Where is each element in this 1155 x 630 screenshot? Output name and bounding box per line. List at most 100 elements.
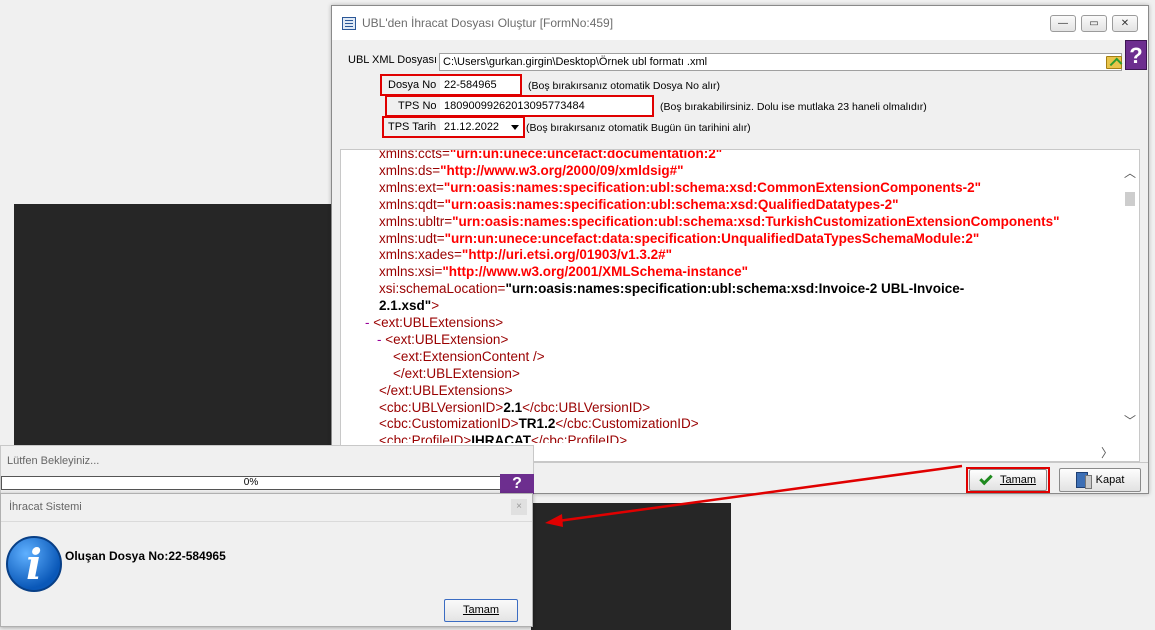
- xml-file-label: UBL XML Dosyası: [348, 54, 438, 66]
- xml-value: "http://www.w3.org/2000/09/xmldsig#": [440, 162, 684, 178]
- tamam-label: Tamam: [999, 474, 1037, 486]
- xml-line: xmlns:ccts="urn:un:unece:uncefact:docume…: [379, 149, 723, 162]
- info-close-button[interactable]: ×: [511, 499, 527, 515]
- info-ok-label: Tamam: [462, 604, 500, 616]
- xml-tag: </ext:UBLExtensions>: [379, 382, 513, 398]
- tps-tarih-dropdown[interactable]: 21.12.2022: [440, 118, 523, 136]
- xml-tag: xmlns:ubltr=: [379, 213, 453, 229]
- xml-value: 2.1.xsd": [379, 298, 432, 314]
- xml-tag: xsi:schemaLocation=: [379, 281, 506, 297]
- xml-value: "urn:oasis:names:specification:ubl:schem…: [505, 281, 965, 297]
- tamam-button[interactable]: Tamam: [969, 469, 1047, 491]
- info-message: Oluşan Dosya No:22-584965: [65, 549, 226, 563]
- xml-tag: xmlns:ccts=: [379, 149, 450, 161]
- info-dialog: İhracat Sistemi × i Oluşan Dosya No:22-5…: [0, 493, 533, 627]
- form-icon: [342, 17, 356, 30]
- progress-title: Lütfen Bekleyiniz...: [7, 455, 100, 467]
- collapse-toggle[interactable]: -: [365, 315, 373, 330]
- kapat-label: Kapat: [1095, 474, 1125, 486]
- xml-tag-close: </cbc:CustomizationID>: [555, 416, 699, 432]
- xml-value: "http://uri.etsi.org/01903/v1.3.2#": [461, 247, 673, 263]
- xml-line: <cbc:UBLVersionID>2.1</cbc:UBLVersionID>: [379, 399, 650, 416]
- exit-door-icon: [1075, 472, 1092, 489]
- xml-file-path-input[interactable]: C:\Users\gurkan.girgin\Desktop\Örnek ubl…: [439, 53, 1122, 71]
- form-area: UBL XML Dosyası C:\Users\gurkan.girgin\D…: [332, 40, 1148, 150]
- xml-tag-close: >: [431, 298, 440, 314]
- xml-tag: <cbc:CustomizationID>: [379, 416, 519, 432]
- open-folder-icon[interactable]: [1106, 56, 1122, 69]
- close-button[interactable]: ✕: [1112, 15, 1138, 32]
- xml-tag: <ext:ExtensionContent />: [393, 348, 545, 364]
- xml-value: 2.1: [503, 399, 523, 415]
- xml-line: <ext:ExtensionContent />: [393, 348, 545, 365]
- tps-tarih-label: TPS Tarih: [388, 121, 437, 133]
- xml-tag: xmlns:xades=: [379, 247, 462, 263]
- vertical-scrollbar[interactable]: ︿ ﹀: [1121, 150, 1139, 445]
- kapat-button[interactable]: Kapat: [1059, 468, 1141, 492]
- xml-tag: </ext:UBLExtension>: [393, 365, 520, 381]
- info-dialog-title: İhracat Sistemi: [9, 501, 82, 513]
- tps-tarih-value: 21.12.2022: [444, 121, 500, 133]
- checkmark-icon: [979, 471, 993, 486]
- window-titlebar: UBL'den İhracat Dosyası Oluştur [FormNo:…: [332, 6, 1148, 40]
- tps-no-input[interactable]: 18090099262013095773484: [440, 97, 652, 115]
- xml-tag: xmlns:ext=: [379, 179, 444, 195]
- info-ok-button[interactable]: Tamam: [444, 599, 518, 622]
- xml-line: xmlns:udt="urn:un:unece:uncefact:data:sp…: [379, 230, 979, 247]
- xml-line: xmlns:ubltr="urn:oasis:names:specificati…: [379, 213, 1060, 230]
- dosya-no-input[interactable]: 22-584965: [440, 76, 520, 94]
- tps-no-label: TPS No: [398, 100, 437, 112]
- xml-line: xmlns:xades="http://uri.etsi.org/01903/v…: [379, 246, 672, 263]
- tps-tarih-hint: (Boş bırakırsanız otomatik Bugün ün tari…: [526, 122, 751, 134]
- xml-line: - <ext:UBLExtensions>: [365, 314, 503, 331]
- xml-tag: <cbc:UBLVersionID>: [379, 399, 504, 415]
- xml-value: TR1.2: [518, 416, 556, 432]
- minimize-button[interactable]: —: [1050, 15, 1076, 32]
- xml-line: <cbc:CustomizationID>TR1.2</cbc:Customiz…: [379, 415, 699, 432]
- xml-value: "http://www.w3.org/2001/XMLSchema-instan…: [442, 264, 749, 280]
- ubl-export-window: UBL'den İhracat Dosyası Oluştur [FormNo:…: [331, 5, 1149, 494]
- xml-line: xmlns:ds="http://www.w3.org/2000/09/xmld…: [379, 162, 684, 179]
- xml-line: - <ext:UBLExtension>: [377, 331, 508, 348]
- chevron-down-icon[interactable]: [511, 125, 519, 130]
- help-icon[interactable]: ?: [1125, 40, 1147, 70]
- window-title: UBL'den İhracat Dosyası Oluştur [FormNo:…: [362, 16, 614, 30]
- dosya-no-hint: (Boş bırakırsanız otomatik Dosya No alır…: [528, 80, 720, 92]
- progress-bar: 0%: [1, 476, 501, 490]
- xml-tag: xmlns:udt=: [379, 230, 445, 246]
- tps-no-hint: (Boş bırakabilirsiniz. Dolu ise mutlaka …: [660, 101, 927, 113]
- xml-value: "urn:un:unece:uncefact:data:specificatio…: [444, 230, 980, 246]
- xml-line: xsi:schemaLocation="urn:oasis:names:spec…: [379, 280, 964, 297]
- maximize-button[interactable]: ▭: [1081, 15, 1107, 32]
- collapse-toggle[interactable]: -: [377, 332, 385, 347]
- xml-line: 2.1.xsd">: [379, 297, 439, 314]
- scroll-thumb[interactable]: [1125, 192, 1135, 206]
- dosya-no-label: Dosya No: [388, 79, 437, 91]
- info-separator: [1, 521, 532, 522]
- xml-preview[interactable]: xmlns:ccts="urn:un:unece:uncefact:docume…: [340, 149, 1140, 462]
- progress-text: 0%: [243, 477, 259, 488]
- background-dark-panel-lower: [531, 503, 731, 630]
- scroll-right-icon[interactable]: 〉: [1101, 444, 1113, 461]
- xml-value: "urn:oasis:names:specification:ubl:schem…: [452, 213, 1060, 229]
- xml-value: "urn:oasis:names:specification:ubl:schem…: [443, 179, 982, 195]
- xml-line: xmlns:ext="urn:oasis:names:specification…: [379, 179, 981, 196]
- xml-line: </ext:UBLExtensions>: [379, 382, 513, 399]
- progress-panel: Lütfen Bekleyiniz... 0%: [0, 445, 534, 495]
- xml-value: "urn:oasis:names:specification:ubl:schem…: [444, 196, 899, 212]
- xml-tag: xmlns:ds=: [379, 162, 441, 178]
- xml-tag: <ext:UBLExtension>: [385, 331, 509, 347]
- background-dark-panel: [14, 204, 332, 446]
- scroll-up-icon[interactable]: ︿: [1124, 164, 1136, 181]
- xml-tag-close: </cbc:UBLVersionID>: [522, 399, 651, 415]
- xml-line: xmlns:qdt="urn:oasis:names:specification…: [379, 196, 899, 213]
- scroll-down-icon[interactable]: ﹀: [1124, 412, 1136, 429]
- xml-value: "urn:un:unece:uncefact:documentation:2": [449, 149, 723, 161]
- xml-line: xmlns:xsi="http://www.w3.org/2001/XMLSch…: [379, 263, 748, 280]
- xml-tag: xmlns:xsi=: [379, 264, 443, 280]
- xml-line: </ext:UBLExtension>: [393, 365, 520, 382]
- help-icon-small[interactable]: ?: [500, 474, 534, 494]
- xml-tag: <ext:UBLExtensions>: [373, 315, 504, 330]
- info-icon: i: [6, 536, 62, 592]
- xml-tag: xmlns:qdt=: [379, 196, 445, 212]
